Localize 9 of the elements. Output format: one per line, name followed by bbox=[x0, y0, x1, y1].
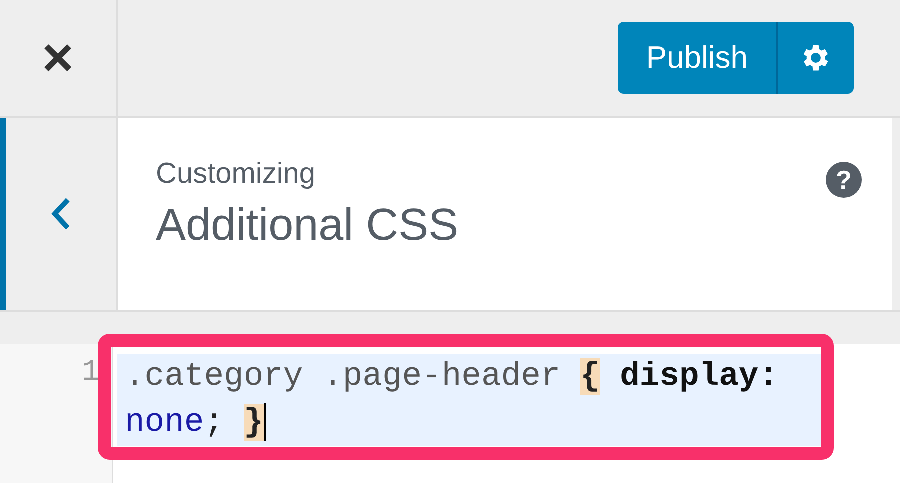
back-button[interactable] bbox=[0, 118, 118, 310]
line-number: 1 bbox=[82, 356, 100, 392]
chevron-left-icon bbox=[50, 196, 72, 232]
section-title: Additional CSS bbox=[156, 199, 460, 251]
settings-button[interactable] bbox=[778, 22, 854, 94]
publish-button[interactable]: Publish bbox=[618, 22, 778, 94]
text-cursor bbox=[264, 403, 266, 442]
help-button[interactable]: ? bbox=[826, 162, 862, 198]
breadcrumb-label: Customizing bbox=[156, 158, 316, 191]
